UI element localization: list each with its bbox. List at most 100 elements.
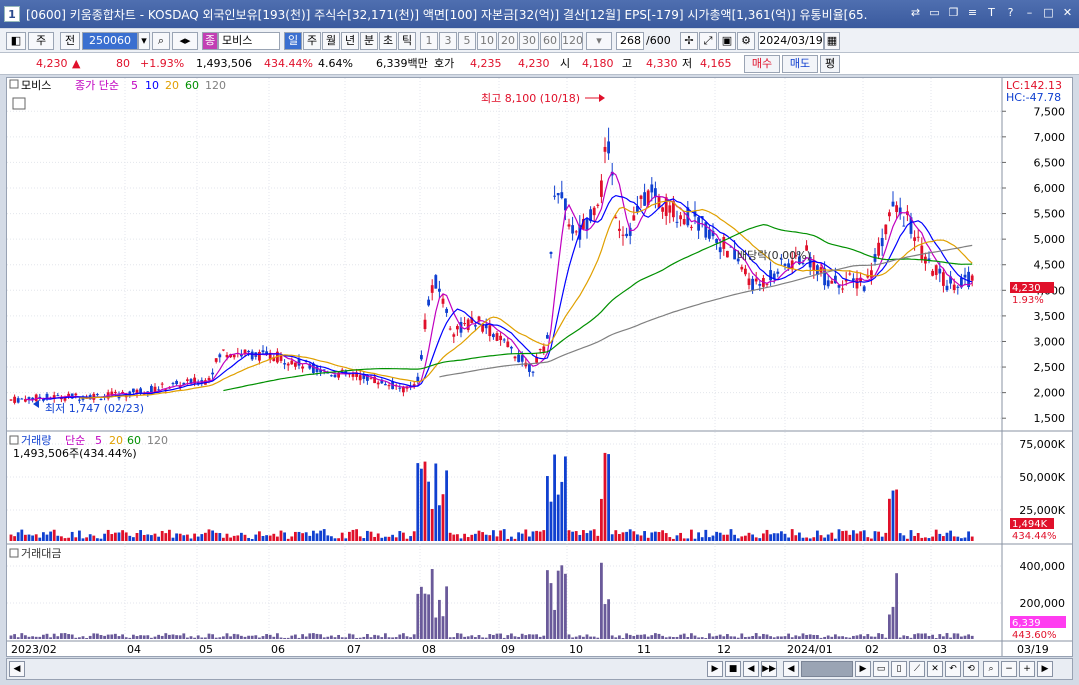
amount-pane-menu-icon[interactable]: [9, 548, 19, 558]
zoom-icon[interactable]: ⤢: [699, 32, 717, 50]
stock-code-input[interactable]: 250060: [82, 32, 138, 50]
chart-scrollbar[interactable]: ◀ ▶ ■ ◀ ▶▶ ◀ ▶ ▭ ▯ ⟋ ✕ ↶ ⟲ ⌕ − + ▶: [6, 658, 1073, 680]
timeframe-minute[interactable]: 분: [360, 32, 378, 50]
view-icon-2[interactable]: ▯: [891, 661, 907, 677]
save-icon[interactable]: ▣: [718, 32, 736, 50]
volume-bar: [322, 529, 326, 541]
timeframe-tick[interactable]: 틱: [398, 32, 416, 50]
link-icon[interactable]: ⇄: [908, 5, 923, 20]
grid-table-icon[interactable]: [12, 97, 26, 110]
candle-body: [474, 325, 477, 327]
volume-bar: [643, 531, 646, 541]
amount-bar: [222, 636, 225, 639]
volume-bar: [189, 538, 193, 541]
candle-body: [661, 207, 664, 212]
chart-toolbar: ◧ 주 전 250060 ▾ ⌕ ◂▸ 종 모비스 일 주 월 년 분 초 틱 …: [0, 29, 1079, 53]
volume-bar: [765, 529, 769, 541]
split-icon[interactable]: ≡: [965, 5, 980, 20]
font-icon[interactable]: T: [984, 5, 999, 20]
eval-button[interactable]: 평: [820, 55, 840, 73]
volume-bar: [423, 461, 427, 541]
high-label: 고: [622, 57, 633, 70]
search-zoom-icon[interactable]: ⌕: [983, 661, 999, 677]
timeframe-month[interactable]: 월: [322, 32, 340, 50]
timeframe-week[interactable]: 주: [303, 32, 321, 50]
crosshair-icon[interactable]: ✢: [680, 32, 698, 50]
stop-icon[interactable]: ■: [725, 661, 741, 677]
window-number[interactable]: 1: [4, 6, 20, 22]
step-back-icon[interactable]: ◀: [743, 661, 759, 677]
interval-dropdown[interactable]: ▾: [586, 32, 612, 50]
chevron-down-icon[interactable]: ▾: [138, 32, 150, 50]
interval-120[interactable]: 120: [561, 32, 583, 50]
view-icon-1[interactable]: ▭: [873, 661, 889, 677]
volume-bar: [751, 534, 754, 541]
interval-1[interactable]: 1: [420, 32, 438, 50]
scroll-prev-icon[interactable]: ◀: [783, 661, 799, 677]
timeframe-second[interactable]: 초: [379, 32, 397, 50]
interval-5[interactable]: 5: [458, 32, 476, 50]
scroll-thumb[interactable]: [801, 661, 853, 677]
interval-30[interactable]: 30: [519, 32, 539, 50]
restore-icon[interactable]: ❐: [946, 5, 961, 20]
amount-bar: [85, 637, 88, 639]
scroll-left-icon[interactable]: ◀: [9, 661, 25, 677]
amount-bar: [726, 634, 729, 639]
volume-bar: [128, 535, 132, 541]
volume-bar: [164, 533, 168, 541]
pane-menu-icon[interactable]: [9, 79, 19, 89]
volume-bar: [963, 537, 967, 541]
maximize-icon[interactable]: □: [1041, 5, 1056, 20]
buy-button[interactable]: 매수: [744, 55, 780, 73]
dividend-annotation: 배당락(0.00%): [737, 249, 811, 262]
time-axis-label: 03: [933, 643, 947, 656]
timeframe-day[interactable]: 일: [284, 32, 302, 50]
fast-forward-icon[interactable]: ▶▶: [761, 661, 777, 677]
volume-bar: [600, 498, 603, 541]
chart-canvas[interactable]: 7,5007,0006,5006,0005,5005,0004,5004,000…: [7, 78, 1072, 656]
next-icon[interactable]: ▶: [707, 661, 723, 677]
stock-name-field[interactable]: 모비스: [218, 32, 280, 50]
layout-icon[interactable]: ◧: [6, 32, 26, 50]
amount-bar: [160, 635, 164, 639]
amount-bar: [308, 633, 312, 639]
candle-body: [603, 146, 607, 152]
all-button[interactable]: 전: [60, 32, 80, 50]
price-pane[interactable]: [7, 78, 1002, 431]
zoom-in-icon[interactable]: +: [1019, 661, 1035, 677]
close-icon[interactable]: ✕: [1060, 5, 1075, 20]
chart-area[interactable]: 7,5007,0006,5006,0005,5005,0004,5004,000…: [6, 77, 1073, 657]
interval-10[interactable]: 10: [477, 32, 497, 50]
timeframe-year[interactable]: 년: [341, 32, 359, 50]
undo-icon[interactable]: ↶: [945, 661, 961, 677]
sell-button[interactable]: 매도: [782, 55, 818, 73]
period-select[interactable]: 주: [28, 32, 54, 50]
scroll-next-icon[interactable]: ▶: [855, 661, 871, 677]
speaker-icon[interactable]: ◂▸: [172, 32, 198, 50]
minimize-chart-icon[interactable]: ▭: [927, 5, 942, 20]
date-input[interactable]: 2024/03/19: [758, 32, 824, 50]
minimize-icon[interactable]: –: [1022, 5, 1037, 20]
interval-20[interactable]: 20: [498, 32, 518, 50]
interval-60[interactable]: 60: [540, 32, 560, 50]
calendar-icon[interactable]: ▦: [824, 32, 840, 50]
count-input[interactable]: 268: [616, 32, 644, 50]
amount-bar: [942, 636, 945, 639]
volume-pane-menu-icon[interactable]: [9, 435, 19, 445]
gear-icon[interactable]: ⚙: [737, 32, 755, 50]
zoom-out-icon[interactable]: −: [1001, 661, 1017, 677]
amount-bar: [765, 634, 769, 639]
scroll-right-icon[interactable]: ▶: [1037, 661, 1053, 677]
reset-icon[interactable]: ⟲: [963, 661, 979, 677]
erase-icon[interactable]: ✕: [927, 661, 943, 677]
amount-bar: [322, 637, 326, 639]
help-icon[interactable]: ?: [1003, 5, 1018, 20]
amount-bar: [819, 637, 823, 639]
amount-bar: [423, 593, 427, 639]
search-icon[interactable]: ⌕: [152, 32, 170, 50]
amount-bar: [456, 633, 459, 639]
quote-change: 80: [116, 57, 130, 70]
draw-icon[interactable]: ⟋: [909, 661, 925, 677]
volume-bar: [463, 533, 466, 541]
interval-3[interactable]: 3: [439, 32, 457, 50]
